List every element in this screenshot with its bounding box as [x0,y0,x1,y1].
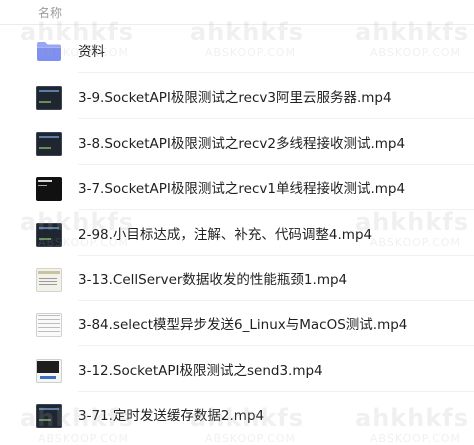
list-item-video[interactable]: 3-9.SocketAPI极限测试之recv3阿里云服务器.mp4 [0,77,474,119]
file-name: 3-13.CellServer数据收发的性能瓶颈1.mp4 [78,272,348,288]
row-divider [78,72,474,73]
list-item-folder[interactable]: 资料 [0,31,474,73]
file-name: 3-9.SocketAPI极限测试之recv3阿里云服务器.mp4 [78,90,392,106]
file-list: 名称 资料 3-9.SocketAPI极限测试之recv3阿里云服务器.mp4 … [0,0,474,445]
row-divider [78,164,474,165]
video-thumbnail [36,132,62,156]
video-thumbnail [36,223,62,247]
list-item-video[interactable]: 3-12.SocketAPI极限测试之send3.mp4 [0,350,474,392]
header-divider [0,24,474,25]
video-thumbnail [36,404,62,428]
row-divider [78,391,474,392]
list-item-video[interactable]: 2-98.小目标达成，注解、补充、代码调整4.mp4 [0,214,474,256]
row-divider [78,345,474,346]
file-name: 3-8.SocketAPI极限测试之recv2多线程接收测试.mp4 [78,136,406,152]
video-thumbnail [36,268,62,292]
file-name: 3-7.SocketAPI极限测试之recv1单线程接收测试.mp4 [78,181,406,197]
row-divider [78,300,474,301]
folder-icon [37,42,61,61]
list-item-video[interactable]: 3-13.CellServer数据收发的性能瓶颈1.mp4 [0,259,474,301]
file-name: 3-71.定时发送缓存数据2.mp4 [78,408,265,424]
row-divider [78,209,474,210]
video-thumbnail [36,177,62,201]
file-name: 3-84.select模型异步发送6_Linux与MacOS测试.mp4 [78,317,408,333]
list-item-video[interactable]: 3-71.定时发送缓存数据2.mp4 [0,395,474,437]
column-header-name[interactable]: 名称 [38,4,62,22]
list-item-video[interactable]: 3-8.SocketAPI极限测试之recv2多线程接收测试.mp4 [0,123,474,165]
list-item-video[interactable]: 3-84.select模型异步发送6_Linux与MacOS测试.mp4 [0,304,474,346]
file-name: 2-98.小目标达成，注解、补充、代码调整4.mp4 [78,227,373,243]
video-thumbnail [36,313,62,337]
file-name: 资料 [78,44,105,60]
video-thumbnail [36,86,62,110]
row-divider [78,118,474,119]
file-name: 3-12.SocketAPI极限测试之send3.mp4 [78,363,323,379]
row-divider [78,255,474,256]
list-item-video[interactable]: 3-7.SocketAPI极限测试之recv1单线程接收测试.mp4 [0,168,474,210]
video-thumbnail [36,359,62,383]
